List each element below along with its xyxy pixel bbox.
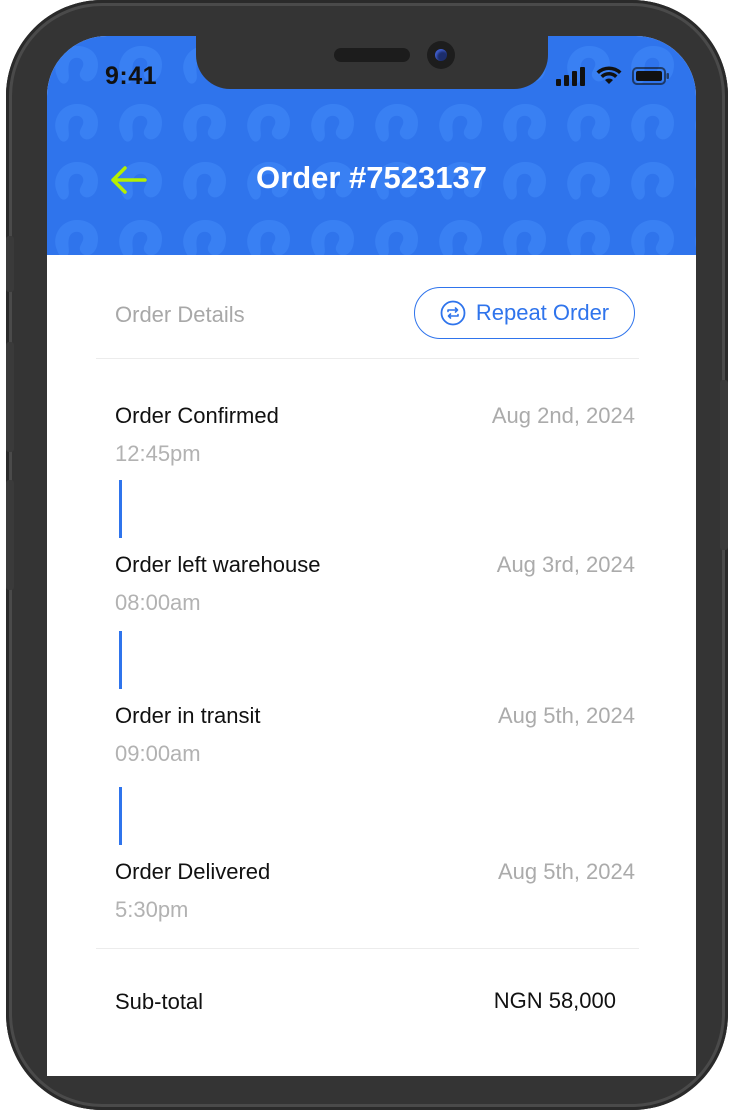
front-camera — [427, 41, 455, 69]
phone-frame: 9:41 Order #7523137 Order Details Repeat… — [6, 0, 728, 1110]
app-header: 9:41 Order #7523137 — [47, 36, 696, 255]
cellular-signal-icon — [556, 67, 585, 86]
step-title: Order Confirmed — [115, 403, 279, 428]
volume-up-button — [6, 342, 14, 452]
subtotal-value: NGN 58,000 — [493, 988, 616, 1013]
timeline-connector — [119, 787, 122, 845]
volume-down-button — [6, 480, 14, 590]
divider — [96, 948, 639, 949]
divider — [96, 358, 639, 359]
step-title: Order Delivered — [115, 859, 271, 884]
step-date: Aug 5th, 2024 — [497, 859, 635, 884]
silent-switch — [6, 236, 14, 292]
subtotal-label: Sub-total — [115, 989, 204, 1014]
timeline-connector — [119, 631, 122, 689]
power-button — [720, 380, 728, 550]
step-date: Aug 2nd, 2024 — [491, 403, 635, 428]
battery-icon — [632, 67, 669, 85]
earpiece-speaker — [334, 48, 410, 62]
step-time: 09:00am — [115, 741, 201, 766]
step-title: Order in transit — [115, 703, 261, 728]
repeat-order-label: Repeat Order — [475, 300, 610, 325]
step-time: 12:45pm — [115, 441, 201, 466]
status-time: 9:41 — [105, 62, 158, 90]
timeline-connector — [119, 480, 122, 538]
step-title: Order left warehouse — [115, 552, 321, 577]
status-icons — [556, 66, 670, 86]
order-details-label: Order Details — [115, 302, 245, 327]
page-title: Order #7523137 — [256, 160, 487, 195]
step-date: Aug 5th, 2024 — [497, 703, 635, 728]
screen: 9:41 Order #7523137 Order Details Repeat… — [47, 36, 696, 1076]
repeat-icon — [440, 300, 466, 326]
step-time: 08:00am — [115, 590, 201, 615]
step-date: Aug 3rd, 2024 — [496, 552, 635, 577]
step-time: 5:30pm — [115, 897, 189, 922]
device-notch — [196, 36, 548, 89]
repeat-order-button[interactable]: Repeat Order — [414, 287, 635, 339]
wifi-icon — [596, 66, 622, 84]
